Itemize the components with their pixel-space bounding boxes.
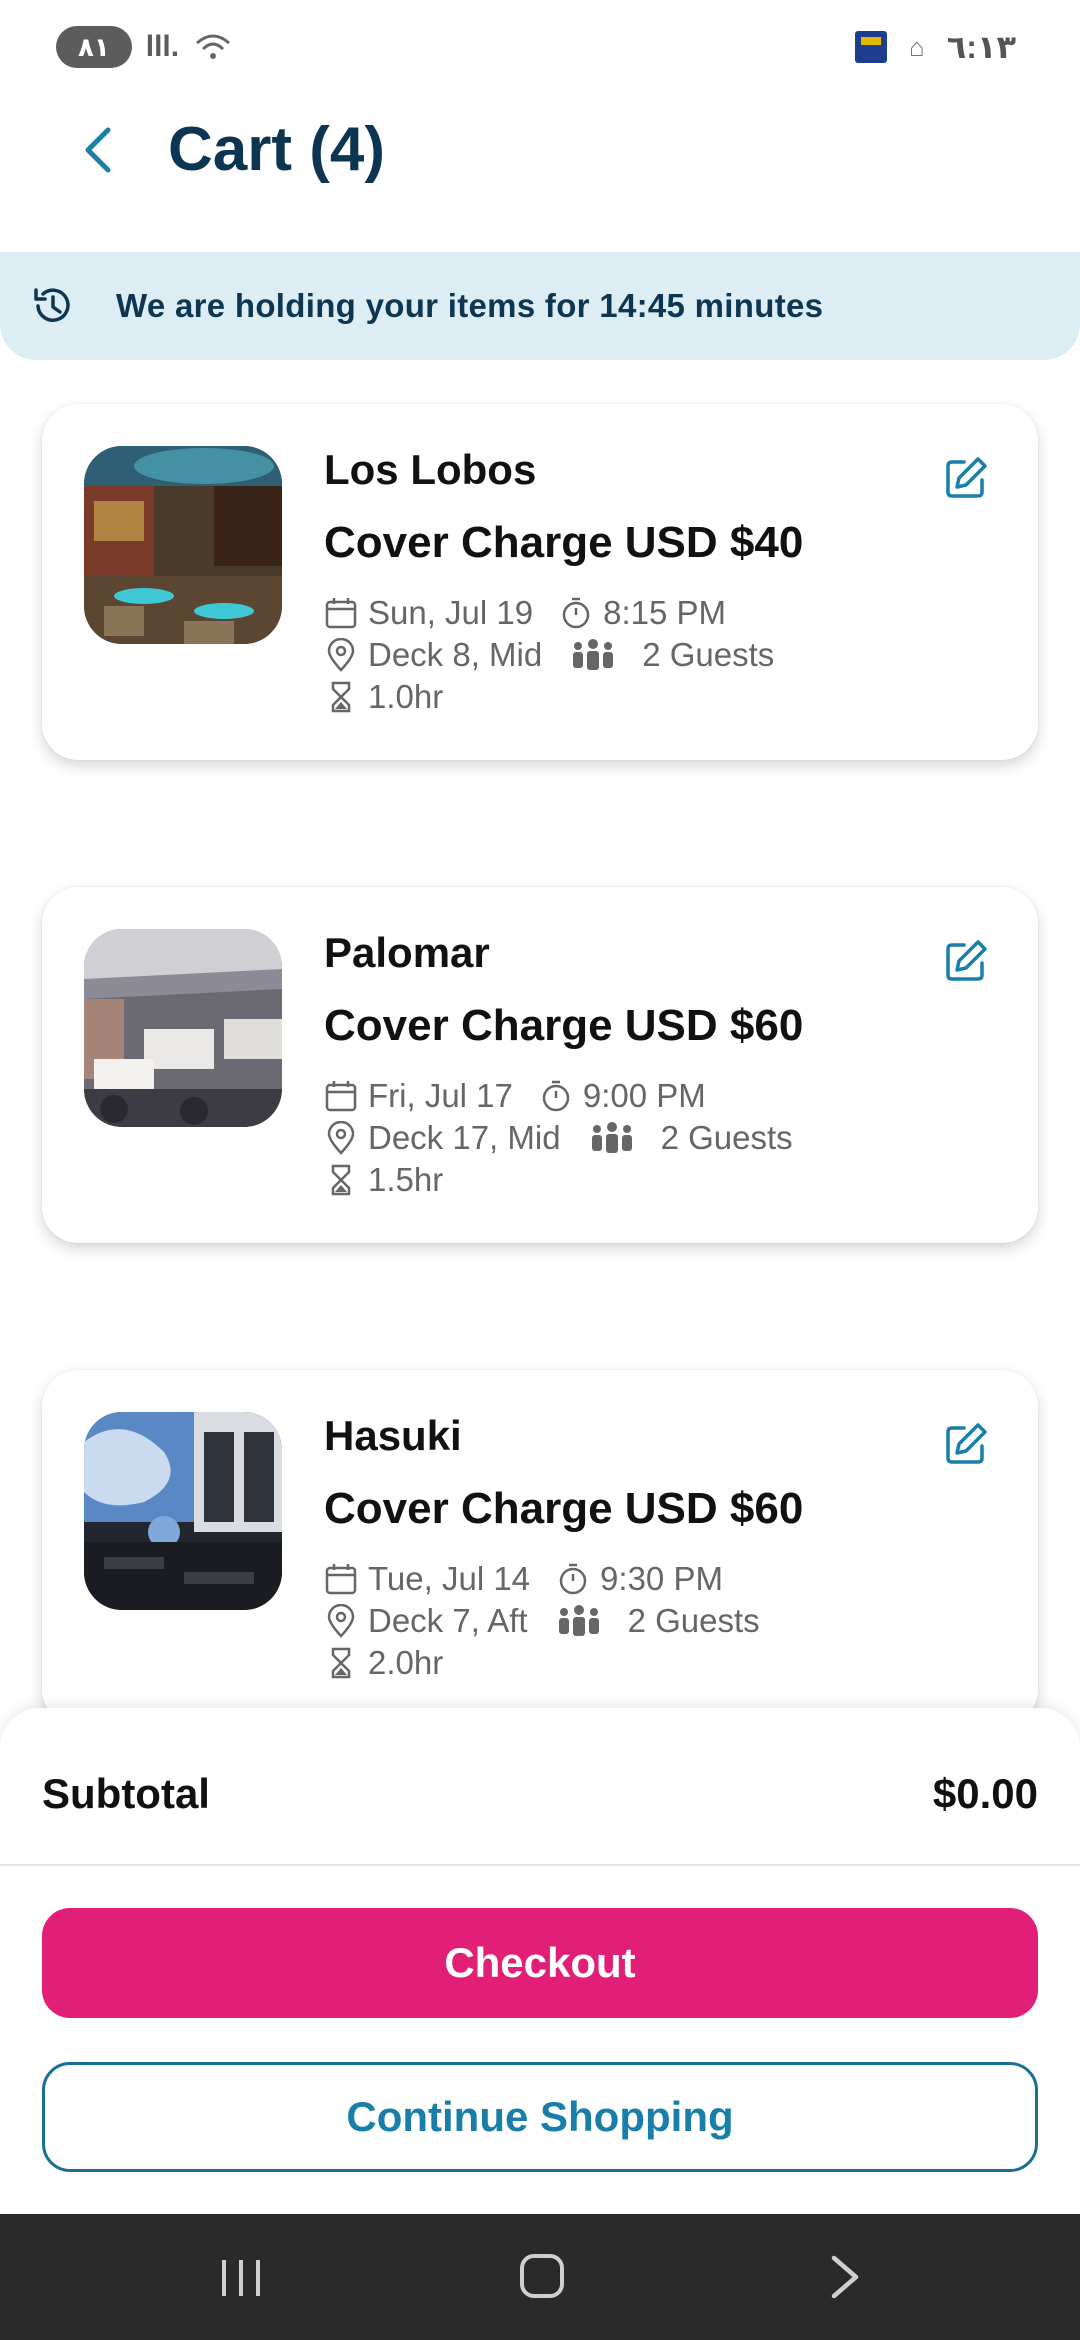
guests-icon	[558, 1605, 599, 1636]
hourglass-icon	[331, 681, 351, 713]
cover-charge: Cover Charge USD $40	[324, 518, 804, 567]
battery-pill: ٨١	[56, 26, 132, 68]
hourglass-icon	[331, 1647, 351, 1679]
calendar-icon	[325, 1564, 357, 1595]
hourglass-icon	[331, 1164, 351, 1196]
cover-charge: Cover Charge USD $60	[324, 1001, 804, 1050]
restaurant-name: Hasuki	[324, 1412, 462, 1459]
calendar-icon	[325, 598, 357, 629]
duration: 1.0hr	[368, 678, 444, 715]
restaurant-image	[84, 446, 282, 644]
cart-item-card[interactable]: Palomar Cover Charge USD $60 Fri, Jul 17…	[42, 887, 1038, 1243]
system-nav-bar	[0, 2214, 1080, 2340]
guests-icon	[573, 639, 614, 670]
cart-item-card[interactable]: Los Lobos Cover Charge USD $40 Sun, Jul …	[42, 404, 1038, 760]
checkout-button[interactable]: Checkout	[42, 1908, 1038, 2018]
status-bar: ٨١ lll. ⌂ ٦:١٣	[0, 0, 1080, 100]
reservation-time: 9:30 PM	[600, 1560, 723, 1597]
edit-pencil-icon[interactable]	[942, 937, 990, 985]
deck-location: Deck 8, Mid	[368, 636, 543, 673]
location-pin-icon	[327, 1121, 355, 1155]
cover-charge: Cover Charge USD $60	[324, 1484, 804, 1533]
restaurant-image	[84, 929, 282, 1127]
mosque-icon: ⌂	[909, 31, 925, 62]
guest-count: 2 Guests	[642, 636, 775, 673]
deck-location: Deck 17, Mid	[368, 1119, 561, 1156]
home-icon[interactable]	[520, 2254, 564, 2298]
clock: ٦:١٣	[946, 29, 1016, 65]
restaurant-name: Los Lobos	[324, 446, 537, 493]
date-time-row: Tue, Jul 14 9:30 PM	[324, 1560, 723, 1598]
deck-location: Deck 7, Aft	[368, 1602, 528, 1639]
hold-banner: We are holding your items for 14:45 minu…	[0, 252, 1080, 360]
checkout-sheet: Subtotal $0.00 Checkout Continue Shoppin…	[0, 1708, 1080, 2214]
duration-row: 2.0hr	[324, 1644, 443, 1682]
date-time-row: Sun, Jul 19 8:15 PM	[324, 594, 726, 632]
calendar-icon	[325, 1081, 357, 1112]
history-clock-icon	[34, 288, 70, 322]
cart-item-card[interactable]: Hasuki Cover Charge USD $60 Tue, Jul 14 …	[42, 1370, 1038, 1726]
restaurant-image	[84, 1412, 282, 1610]
location-guests-row: Deck 7, Aft 2 Guests	[324, 1602, 760, 1640]
edit-pencil-icon[interactable]	[942, 454, 990, 502]
reservation-time: 9:00 PM	[582, 1077, 706, 1114]
back-nav-icon[interactable]	[826, 2254, 866, 2300]
app-notification-icon	[855, 31, 888, 63]
continue-shopping-button[interactable]: Continue Shopping	[42, 2062, 1038, 2172]
location-pin-icon	[327, 638, 355, 672]
date-time-row: Fri, Jul 17 9:00 PM	[324, 1077, 706, 1115]
chevron-left-icon[interactable]	[72, 122, 128, 178]
duration: 1.5hr	[368, 1161, 444, 1198]
reservation-date: Fri, Jul 17	[368, 1077, 513, 1114]
restaurant-name: Palomar	[324, 929, 490, 976]
location-guests-row: Deck 8, Mid 2 Guests	[324, 636, 774, 674]
location-pin-icon	[327, 1604, 355, 1638]
stopwatch-icon	[559, 1563, 587, 1595]
stopwatch-icon	[562, 597, 590, 629]
divider	[0, 1864, 1080, 1866]
signal-icon: lll.	[145, 30, 180, 63]
duration: 2.0hr	[368, 1644, 444, 1681]
stopwatch-icon	[542, 1080, 570, 1112]
page-title: Cart (4)	[168, 115, 386, 184]
location-guests-row: Deck 17, Mid 2 Guests	[324, 1119, 793, 1157]
hold-timer-text: We are holding your items for 14:45 minu…	[116, 287, 824, 324]
reservation-date: Tue, Jul 14	[368, 1560, 531, 1597]
duration-row: 1.5hr	[324, 1161, 443, 1199]
reservation-time: 8:15 PM	[603, 594, 727, 631]
wifi-icon	[196, 34, 231, 59]
guest-count: 2 Guests	[660, 1119, 793, 1156]
duration-row: 1.0hr	[324, 678, 443, 716]
guest-count: 2 Guests	[627, 1602, 760, 1639]
reservation-date: Sun, Jul 19	[368, 594, 534, 631]
recent-apps-icon[interactable]	[218, 2258, 264, 2298]
subtotal-label: Subtotal	[42, 1770, 210, 1817]
edit-pencil-icon[interactable]	[942, 1420, 990, 1468]
header: Cart (4)	[0, 100, 1080, 250]
guests-icon	[591, 1122, 632, 1153]
subtotal-value: $0.00	[932, 1770, 1038, 1817]
